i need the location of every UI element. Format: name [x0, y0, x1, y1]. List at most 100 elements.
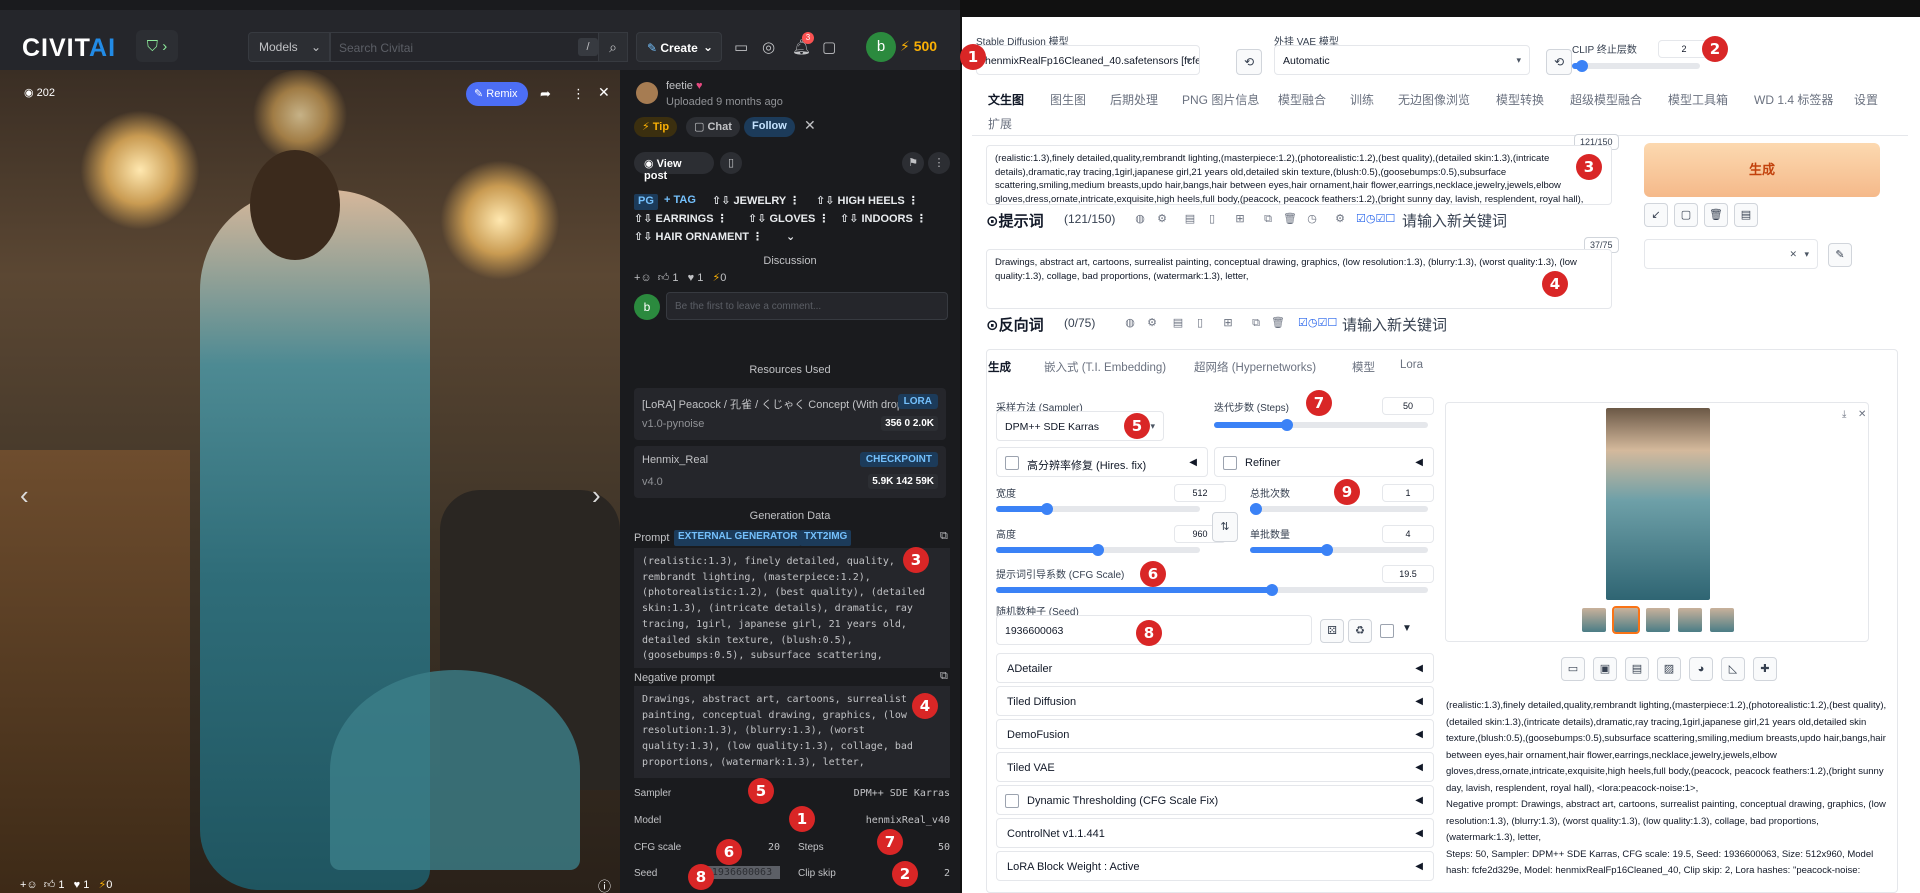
gear-icon[interactable]: ⚙ [1332, 211, 1348, 227]
more-icon[interactable]: ⋮ [572, 86, 585, 102]
accordion-adetailer[interactable]: ADetailer ◀ [996, 653, 1434, 683]
user-avatar[interactable] [636, 82, 658, 104]
document-icon[interactable]: ▤ [1182, 211, 1198, 227]
trash-icon[interactable]: 🗑︎ [1270, 315, 1286, 331]
clip-skip-slider[interactable] [1572, 60, 1700, 72]
comment-reactions[interactable]: +☺ 👍︎ 1 ♥ 1 ⚡0 [634, 271, 726, 284]
width-slider[interactable] [996, 503, 1200, 515]
remix-button[interactable]: ✎ Remix [466, 82, 528, 106]
vote-arrows-icon[interactable]: ⇧⇩ [816, 195, 838, 207]
image-viewer[interactable]: ◉ 202 ✎ Remix ➦ ⋮ ✕ ‹ › +☺ 👍︎ 1 ♥ 1 ⚡0 ⓘ [0, 70, 620, 893]
slider-knob[interactable] [1041, 503, 1053, 515]
prompt-textarea[interactable]: (realistic:1.3),finely detailed,quality,… [986, 145, 1612, 205]
tab-model-convert[interactable]: 模型转换 [1496, 91, 1544, 108]
copy-icon[interactable]: ⧉ [940, 530, 948, 543]
create-button[interactable]: ✎ Create ⌄ [636, 32, 722, 62]
neg-keyword-input[interactable]: 请输入新关键词 [1342, 314, 1447, 335]
tab-hypernetworks[interactable]: 超网络 (Hypernetworks) [1194, 359, 1316, 375]
tab-super-merger[interactable]: 超级模型融合 [1570, 91, 1642, 108]
checkbox-icon[interactable]: ☑◷☑☐ [1298, 315, 1337, 331]
keyword-input[interactable]: 请输入新关键词 [1402, 210, 1507, 231]
refresh-icon[interactable]: ⟲ [1546, 49, 1572, 75]
chat-button[interactable]: ▢ Chat [686, 117, 740, 137]
caret-down-icon[interactable]: ▼ [1402, 623, 1412, 634]
upload-icon[interactable]: ▭ [734, 38, 748, 56]
negative-prompt-textarea[interactable]: Drawings, abstract art, cartoons, surrea… [986, 249, 1612, 309]
tip-button[interactable]: ⚡ Tip [634, 117, 678, 137]
dice-icon[interactable]: ⚄ [1320, 619, 1344, 643]
tab-lora[interactable]: Lora [1400, 359, 1423, 371]
tag-earrings[interactable]: ⇧⇩ EARRINGS ⋮ [634, 212, 728, 228]
tab-txt2img[interactable]: 文生图 [988, 91, 1025, 109]
search-icon[interactable]: ⌕ [598, 32, 628, 62]
batch-size-slider[interactable] [1250, 544, 1428, 556]
chat-icon[interactable]: ▢ [822, 38, 836, 56]
tag-jewelry[interactable]: ⇧⇩ JEWELRY ⋮ [712, 194, 800, 210]
view-post-button[interactable]: ◉ View post [634, 152, 714, 182]
resource-card-checkpoint[interactable]: Henmix_Real v4.0 CHECKPOINT 5.9K 142 59K [634, 446, 946, 498]
bookmark-icon[interactable]: ▯ [1204, 211, 1220, 227]
seed-value[interactable]: 1936600063 [704, 866, 780, 879]
page-icon[interactable]: ▢ [1674, 203, 1698, 227]
accordion-dynamic-thresholding[interactable]: Dynamic Thresholding (CFG Scale Fix) ◀ [996, 785, 1434, 815]
width-input[interactable]: 512 [1174, 484, 1226, 502]
close-icon[interactable]: ✕ [804, 117, 816, 134]
tab-wd-tagger[interactable]: WD 1.4 标签器 [1754, 91, 1833, 108]
tab-generate[interactable]: 生成 [988, 359, 1011, 375]
height-slider[interactable] [996, 544, 1200, 556]
bookmark-icon[interactable]: ▯ [1192, 315, 1208, 331]
img2img-icon[interactable]: ▨ [1657, 657, 1681, 681]
image-reactions[interactable]: +☺ 👍︎ 1 ♥ 1 ⚡0 [20, 878, 112, 891]
save-icon[interactable]: ▣ [1593, 657, 1617, 681]
tab-merge[interactable]: 模型融合 [1278, 91, 1326, 108]
styles-select[interactable]: ✕ ▾ [1644, 239, 1818, 269]
sd-model-select[interactable]: henmixRealFp16Cleaned_40.safetensors [fc… [976, 45, 1200, 75]
output-image[interactable] [1606, 408, 1710, 600]
follow-button[interactable]: Follow [744, 117, 795, 137]
palette-icon[interactable]: ◕ [1689, 657, 1713, 681]
history-icon[interactable]: ◷ [1304, 211, 1320, 227]
tag-high-heels[interactable]: ⇧⇩ HIGH HEELS ⋮ [816, 194, 919, 210]
username[interactable]: feetie ♥ [666, 80, 703, 92]
edit-icon[interactable]: ✎ [1828, 243, 1852, 267]
share-icon[interactable]: ➦ [540, 86, 551, 102]
slider-knob[interactable] [1280, 419, 1293, 431]
add-tag-button[interactable]: + TAG [664, 194, 696, 210]
accordion-tiled-diffusion[interactable]: Tiled Diffusion ◀ [996, 686, 1434, 716]
tab-extras[interactable]: 后期处理 [1110, 91, 1158, 108]
document-icon[interactable]: ▤ [1170, 315, 1186, 331]
cfg-slider[interactable] [996, 584, 1428, 596]
close-icon[interactable]: ✕ [1858, 409, 1866, 420]
info-icon[interactable]: ⓘ [598, 876, 611, 893]
translate-icon[interactable]: ⊞ [1220, 315, 1236, 331]
vote-arrows-icon[interactable]: ⇧⇩ [634, 231, 656, 243]
chevron-down-icon[interactable]: ⌄ [786, 230, 795, 246]
shield-menu-icon[interactable]: ⛉ › [136, 30, 178, 62]
tab-embedding[interactable]: 嵌入式 (T.I. Embedding) [1044, 359, 1166, 375]
slider-knob[interactable] [1576, 60, 1589, 72]
tab-model-toolkit[interactable]: 模型工具箱 [1668, 91, 1728, 108]
resource-card-lora[interactable]: [LoRA] Peacock / 孔雀 / くじゃく Concept (With… [634, 388, 946, 440]
rating-badge[interactable]: PG [634, 194, 658, 210]
hires-fix-panel[interactable]: 高分辨率修复 (Hires. fix) ◀ [996, 447, 1208, 477]
ruler-icon[interactable]: ◺ [1721, 657, 1745, 681]
tag-indoors[interactable]: ⇧⇩ INDOORS ⋮ [840, 212, 927, 228]
avatar[interactable]: b [866, 32, 896, 62]
generate-button[interactable]: 生成 [1644, 143, 1880, 197]
steps-input[interactable]: 50 [1382, 397, 1434, 415]
gallery-thumb[interactable] [1646, 608, 1670, 632]
copy-icon[interactable]: ⧉ [1248, 315, 1264, 331]
slider-knob[interactable] [1250, 503, 1262, 515]
buzz-balance[interactable]: ⚡ 500 [900, 38, 937, 55]
zip-icon[interactable]: ▤ [1625, 657, 1649, 681]
download-icon[interactable]: ⤓ [1842, 409, 1846, 420]
slider-knob[interactable] [1092, 544, 1104, 556]
batch-count-slider[interactable] [1250, 503, 1428, 515]
vae-select[interactable]: Automatic ▾ [1274, 45, 1530, 75]
models-select[interactable]: Models ⌄ [248, 32, 330, 62]
comment-input[interactable]: Be the first to leave a comment... [666, 292, 948, 320]
puzzle-icon[interactable]: ✚ [1753, 657, 1777, 681]
accordion-controlnet[interactable]: ControlNet v1.1.441 ◀ [996, 818, 1434, 848]
dynamic-thresholding-checkbox[interactable] [1005, 794, 1019, 808]
vote-arrows-icon[interactable]: ⇧⇩ [712, 195, 734, 207]
